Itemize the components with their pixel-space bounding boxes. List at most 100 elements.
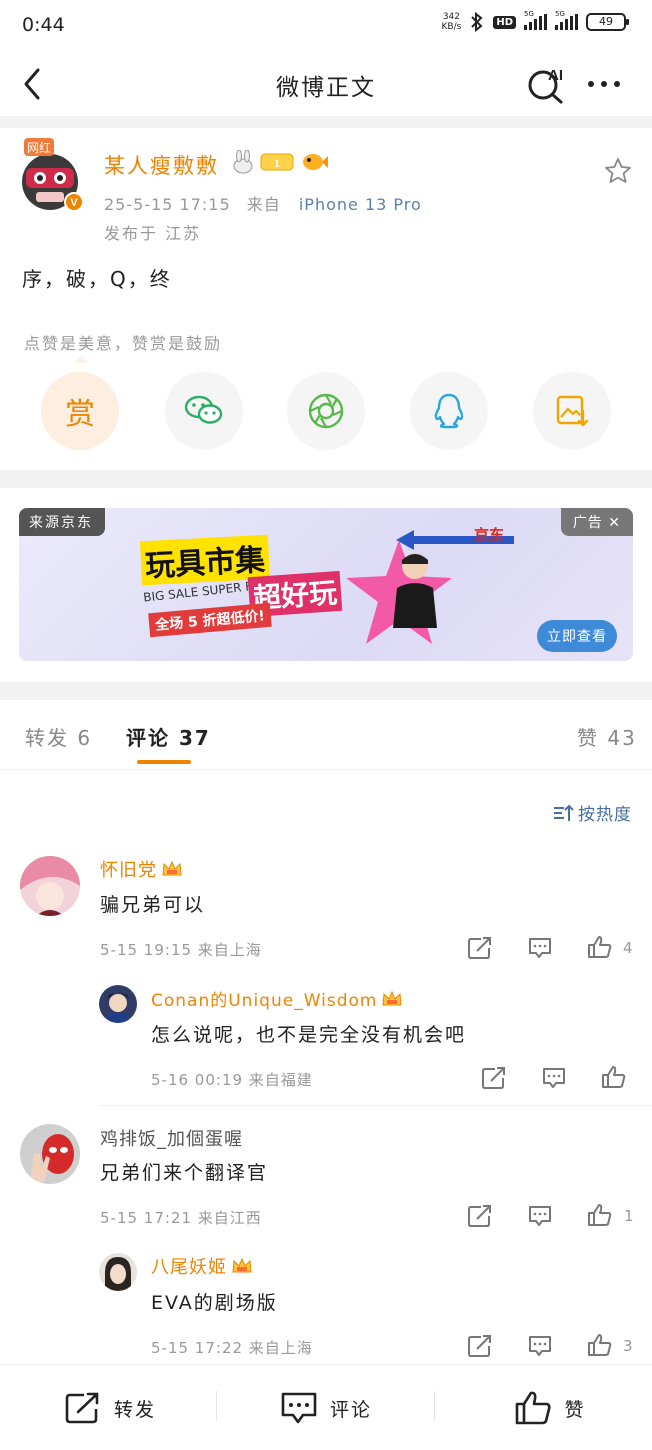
post-content: 序，破，Q，终 (22, 267, 172, 291)
nav-bar: 微博正文 AI (0, 52, 652, 116)
repost-icon[interactable] (467, 936, 493, 960)
commenter-name[interactable]: 八尾妖姬 (151, 1253, 253, 1279)
wechat-icon (184, 395, 223, 424)
status-time: 0:44 (22, 14, 65, 36)
tab-comment[interactable]: 评论 37 (126, 722, 211, 751)
comment-text: 兄弟们来个翻译官 (100, 1162, 269, 1184)
status-bar: 0:44 342 KB/s HD 5G 5G 49 (0, 0, 652, 52)
ad-discount: 全场 5 折超低价! (148, 602, 272, 638)
commenter-avatar[interactable] (99, 1253, 137, 1291)
ad-brand: 京东 (474, 526, 505, 544)
comment-icon[interactable] (527, 936, 553, 960)
comment-button[interactable]: 评论 (256, 1365, 396, 1450)
commenter-name[interactable]: Conan的Unique_Wisdom (151, 986, 403, 1011)
repost-label: 转发 (113, 1398, 156, 1421)
tab-underline (137, 760, 191, 764)
like-count: 3 (623, 1337, 633, 1355)
commenter-avatar[interactable] (20, 1124, 80, 1184)
like-count: 4 (623, 939, 633, 957)
tab-bar: 转发 6 评论 37 赞 43 (0, 700, 652, 770)
author-avatar[interactable]: 网红 V (22, 138, 84, 214)
repost-button[interactable]: 转发 (40, 1365, 180, 1450)
comment-text: EVA的剧场版 (151, 1292, 278, 1314)
moments-icon (308, 393, 344, 429)
repost-icon[interactable] (481, 1066, 507, 1090)
tab-like[interactable]: 赞 43 (577, 722, 637, 751)
comment-meta: 5-15 19:15 来自上海 (100, 941, 262, 959)
ai-search-icon[interactable]: AI (526, 64, 568, 104)
like-icon[interactable] (601, 1065, 627, 1089)
divider (100, 1105, 652, 1106)
commenter-avatar[interactable] (99, 985, 137, 1023)
comment-text: 骗兄弟可以 (100, 894, 206, 916)
crown-icon (232, 1257, 252, 1273)
like-count: 1 (624, 1207, 634, 1225)
crown-icon (382, 990, 403, 1006)
comment-meta: 5-15 17:22 来自上海 (151, 1339, 313, 1357)
author-name[interactable]: 某人瘦敷敷 (104, 150, 219, 180)
crown-icon (162, 860, 182, 876)
reward-button[interactable]: 赏 (41, 372, 119, 450)
post-time: 25-5-15 17:15 (104, 195, 231, 214)
signal-icon: 5G (524, 10, 547, 30)
save-image-icon (556, 395, 589, 427)
wechat-share-button[interactable] (165, 372, 243, 450)
repost-icon[interactable] (467, 1204, 493, 1228)
repost-icon (65, 1392, 99, 1424)
qq-share-button[interactable] (410, 372, 488, 450)
save-image-button[interactable] (533, 372, 611, 450)
net-speed-value: 342 (442, 12, 461, 22)
ad-close-tag[interactable]: 广告 ✕ (560, 508, 633, 536)
ad-cta-button[interactable]: 立即查看 (537, 620, 617, 652)
divider (0, 116, 652, 128)
reward-label: 赏 (65, 397, 95, 432)
comment-icon[interactable] (527, 1334, 553, 1358)
author-badge: 网红 (27, 140, 51, 155)
like-button[interactable]: 赞 (480, 1365, 620, 1450)
ad-banner[interactable]: 来源京东 广告 ✕ 玩具市集 BIG SALE SUPER FUN 超好玩 全场… (19, 508, 633, 661)
sort-button[interactable]: 按热度 (552, 800, 632, 825)
more-icon[interactable] (588, 74, 628, 94)
level-badge: 1 (260, 153, 294, 171)
comment-meta: 5-15 17:21 来自江西 (100, 1209, 262, 1227)
comment-icon[interactable] (541, 1066, 567, 1090)
like-label: 赞 (564, 1398, 586, 1421)
post-from-label: 来自 (246, 195, 281, 214)
like-icon[interactable] (587, 1203, 613, 1227)
share-row: 赏 (0, 372, 652, 452)
comment-text: 怎么说呢，也不是完全没有机会吧 (151, 1024, 467, 1046)
ad-source: 来源京东 (19, 508, 105, 536)
reward-hint: 点赞是美意，赞赏是鼓励 (24, 330, 222, 363)
net-speed-unit: KB/s (441, 22, 462, 32)
like-icon[interactable] (587, 1333, 613, 1357)
tab-repost[interactable]: 转发 6 (25, 722, 92, 751)
qq-icon (434, 393, 464, 429)
status-icons: 342 KB/s HD 5G 5G 49 (441, 10, 629, 32)
comment-meta: 5-16 00:19 来自福建 (151, 1071, 313, 1089)
hd-icon: HD (493, 15, 516, 29)
fish-icon (303, 154, 328, 170)
comment-icon (281, 1392, 317, 1424)
divider (0, 470, 652, 488)
ai-label: AI (548, 67, 563, 84)
bottom-action-bar: 转发 评论 赞 (0, 1364, 652, 1450)
post-meta: 25-5-15 17:15 来自 iPhone 13 Pro (104, 191, 422, 215)
person-photo (393, 553, 437, 628)
sort-icon (554, 804, 574, 821)
favorite-star-icon[interactable] (603, 156, 633, 186)
like-icon[interactable] (587, 935, 613, 959)
divider (0, 682, 652, 700)
post-source[interactable]: iPhone 13 Pro (299, 195, 422, 214)
repost-icon[interactable] (467, 1334, 493, 1358)
user-badges: 1 (232, 150, 328, 174)
svg-text:V: V (70, 197, 78, 209)
commenter-name[interactable]: 怀旧党 (100, 856, 183, 882)
post-location: 发布于 江苏 (104, 224, 202, 243)
bluetooth-icon (471, 12, 483, 32)
rabbit-icon (233, 150, 253, 174)
commenter-name[interactable]: 鸡排饭_加個蛋喔 (100, 1125, 243, 1151)
commenter-avatar[interactable] (20, 856, 80, 916)
level-number: 1 (274, 156, 280, 170)
comment-icon[interactable] (527, 1204, 553, 1228)
moments-share-button[interactable] (287, 372, 365, 450)
